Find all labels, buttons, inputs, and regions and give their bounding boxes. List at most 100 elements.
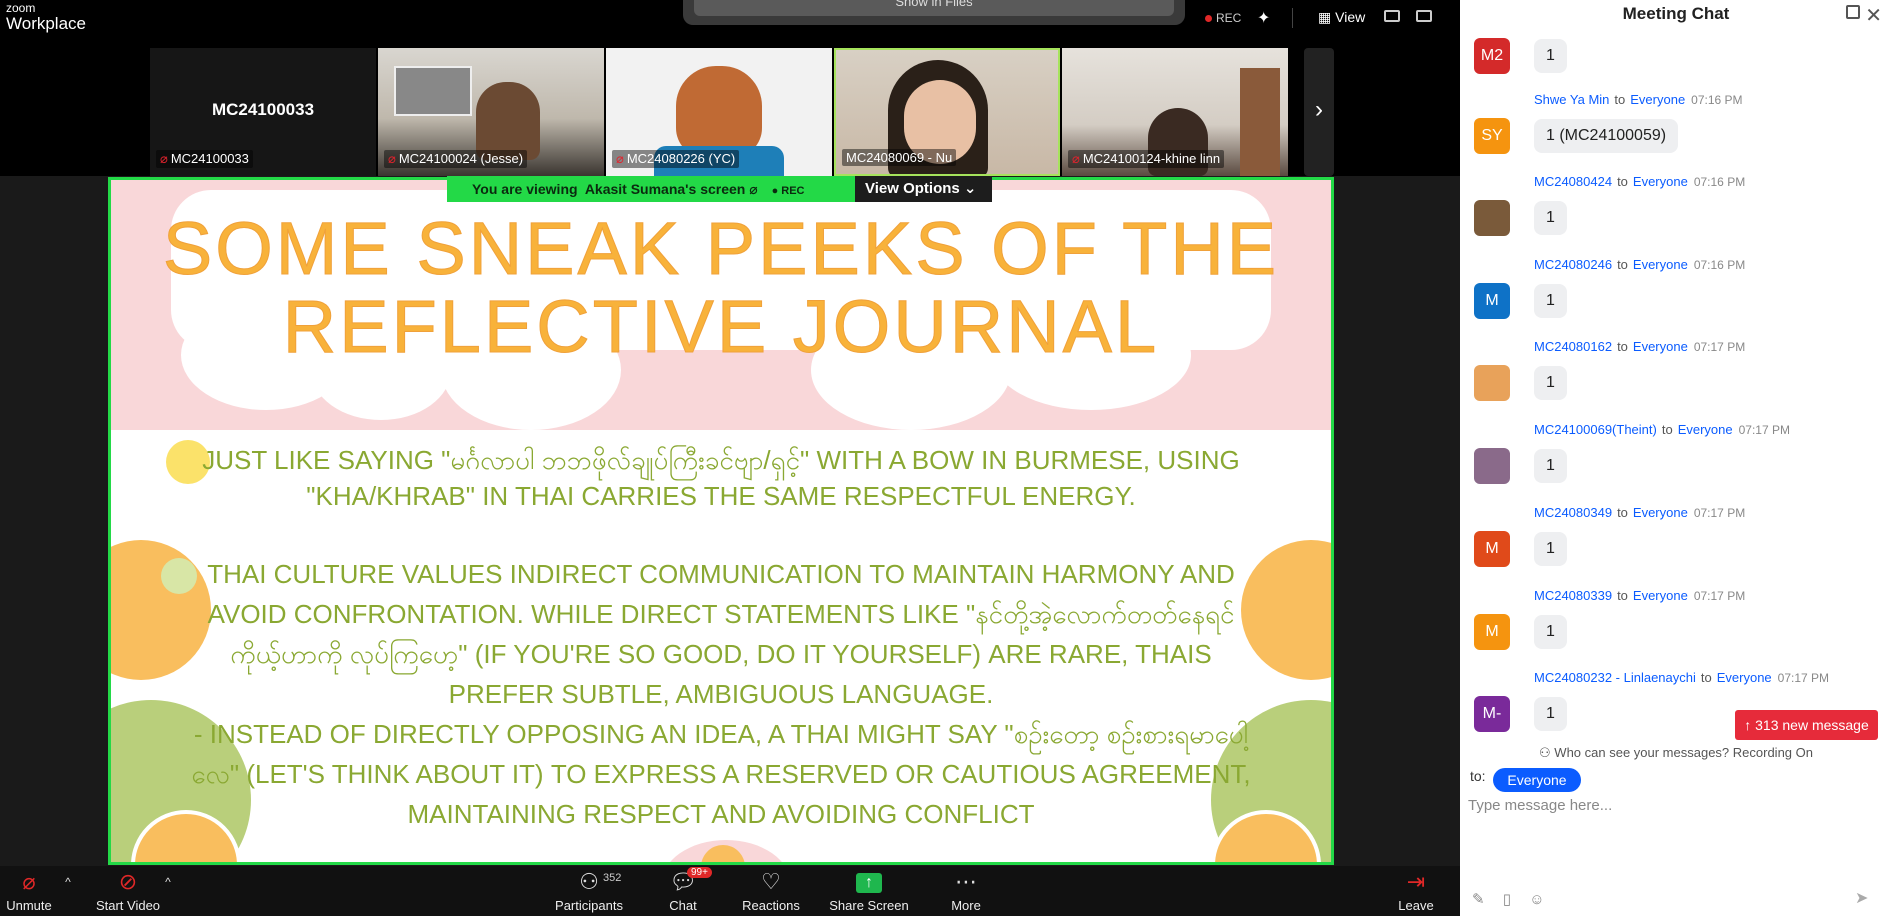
ai-companion-icon[interactable]: ✦ bbox=[1257, 8, 1270, 28]
popout-icon[interactable] bbox=[1846, 5, 1860, 19]
chat-message-text[interactable]: 1 bbox=[1534, 615, 1567, 649]
chat-message-text[interactable]: 1 bbox=[1534, 201, 1567, 235]
unmute-button[interactable]: ⌀ Unmute bbox=[0, 866, 58, 916]
share-screen-button[interactable]: ↑ Share Screen bbox=[822, 866, 916, 916]
participant-name-label: MC24080226 (YC) bbox=[626, 151, 736, 166]
chat-message-header: MC24080232 - Linlaenaychi to Everyone 07:17… bbox=[1534, 670, 1829, 685]
chat-sender[interactable]: MC24080246 bbox=[1534, 257, 1612, 272]
send-icon[interactable]: ➤ bbox=[1855, 888, 1868, 908]
chat-sender[interactable]: MC24080349 bbox=[1534, 505, 1612, 520]
participant-name: ⌀ MC24080226 (YC) bbox=[612, 150, 740, 168]
chat-time: 07:17 PM bbox=[1777, 671, 1830, 685]
fullscreen-icon[interactable] bbox=[1416, 10, 1432, 22]
chat-message-text[interactable]: 1 bbox=[1534, 532, 1567, 566]
chat-recipient[interactable]: Everyone bbox=[1678, 422, 1733, 437]
rec-label: REC bbox=[1216, 11, 1242, 25]
picture-in-picture-icon[interactable] bbox=[1384, 10, 1400, 22]
chat-recipient[interactable]: Everyone bbox=[1630, 92, 1685, 107]
who-can-see-notice[interactable]: ⚇ Who can see your messages? Recording O… bbox=[1460, 745, 1892, 761]
reactions-button[interactable]: ♡ Reactions bbox=[740, 866, 802, 916]
door-frame bbox=[1240, 68, 1280, 176]
chat-to-word: to bbox=[1661, 422, 1673, 437]
slide-title-line1: SOME SNEAK PEEKS OF THE bbox=[162, 207, 1280, 290]
participant-gallery: MC24100033 ⌀ MC24100033 ⌀ MC24100024 (Jess… bbox=[0, 48, 1460, 176]
file-icon[interactable]: ▯ bbox=[1503, 891, 1511, 908]
chat-sender[interactable]: Shwe Ya Min bbox=[1534, 92, 1609, 107]
rec-dot-icon bbox=[1205, 15, 1212, 22]
close-icon[interactable]: ✕ bbox=[1865, 3, 1882, 28]
chat-time: 07:16 PM bbox=[1693, 258, 1746, 272]
more-icon: ⋯ bbox=[955, 869, 977, 894]
chat-time: 07:17 PM bbox=[1738, 423, 1790, 437]
chat-recipient[interactable]: Everyone bbox=[1633, 257, 1688, 272]
video-options-caret[interactable]: ^ bbox=[158, 866, 178, 916]
participant-tile[interactable]: ⌀ MC24080226 (YC) bbox=[606, 48, 832, 176]
chat-sender[interactable]: MC24080232 - Linlaenaychi bbox=[1534, 670, 1696, 685]
gallery-next-arrow-icon[interactable]: › bbox=[1304, 48, 1334, 176]
chat-message-text[interactable]: 1 bbox=[1534, 366, 1567, 400]
show-in-files-button[interactable]: Show in Files bbox=[694, 0, 1174, 16]
slide-banner: SOME SNEAK PEEKS OF THE REFLECTIVE JOURN… bbox=[111, 180, 1331, 430]
people-icon: ⚇ bbox=[1539, 745, 1555, 760]
chat-time: 07:17 PM bbox=[1693, 340, 1746, 354]
chat-title: Meeting Chat bbox=[1622, 4, 1730, 23]
chat-to-word: to bbox=[1617, 257, 1628, 272]
zoom-logo: zoom Workplace bbox=[6, 2, 86, 32]
chat-avatar-image bbox=[1474, 365, 1510, 401]
chat-recipient[interactable]: Everyone bbox=[1717, 670, 1772, 685]
format-text-icon[interactable]: ✎ bbox=[1472, 891, 1485, 908]
slide-body: JUST LIKE SAYING "မင်္ဂလာပါ ဘဘဖိုလ်ချုပ်… bbox=[111, 430, 1331, 862]
muted-mic-icon: ⌀ bbox=[749, 181, 758, 197]
participant-name: ⌀ MC24100024 (Jesse) bbox=[384, 150, 528, 168]
chat-recipient[interactable]: Everyone bbox=[1633, 339, 1688, 354]
chat-message-text[interactable]: 1 bbox=[1534, 449, 1567, 483]
unmute-label: Unmute bbox=[6, 898, 52, 913]
chat-recipient[interactable]: Everyone bbox=[1633, 588, 1688, 603]
participant-name-label: MC24100124-khine linn bbox=[1082, 151, 1221, 166]
chat-message-header: MC24100069(Theint) to Everyone 07:17 PM bbox=[1534, 422, 1790, 437]
chat-message-text[interactable]: 1 (MC24100059) bbox=[1534, 119, 1679, 153]
chat-message-text[interactable]: 1 bbox=[1534, 39, 1567, 73]
view-button[interactable]: ▦ View bbox=[1318, 9, 1365, 26]
chat-to-word: to bbox=[1700, 670, 1712, 685]
viewing-status: You are viewing Akasit Sumana's screen ⌀… bbox=[447, 176, 855, 202]
chat-to-label: to: bbox=[1470, 768, 1486, 784]
video-off-icon: ⊘ bbox=[118, 869, 138, 894]
participant-name-label: MC24080069 - Nu bbox=[846, 150, 953, 165]
participants-count: 352 bbox=[603, 872, 622, 884]
chat-sender[interactable]: MC24080339 bbox=[1534, 588, 1612, 603]
share-rec-label: REC bbox=[781, 185, 805, 197]
chat-recipient[interactable]: Everyone bbox=[1633, 505, 1688, 520]
participant-tile[interactable]: MC24100033 ⌀ MC24100033 bbox=[150, 48, 376, 176]
participant-tile-active-speaker[interactable]: MC24080069 - Nu bbox=[834, 48, 1060, 176]
chat-message-header: MC24080246 to Everyone 07:16 PM bbox=[1534, 257, 1745, 272]
chat-message-header: MC24080162 to Everyone 07:17 PM bbox=[1534, 339, 1745, 354]
chat-message-text[interactable]: 1 bbox=[1534, 284, 1567, 318]
chat-avatar: M bbox=[1474, 614, 1510, 650]
shared-screen: SOME SNEAK PEEKS OF THE REFLECTIVE JOURN… bbox=[108, 177, 1334, 865]
participant-tile[interactable]: ⌀ MC24100124-khine linn bbox=[1062, 48, 1288, 176]
more-button[interactable]: ⋯ More bbox=[946, 866, 986, 916]
chat-sender[interactable]: MC24080162 bbox=[1534, 339, 1612, 354]
chat-recipient-selector[interactable]: Everyone bbox=[1493, 768, 1581, 792]
chat-sender[interactable]: MC24080424 bbox=[1534, 174, 1612, 189]
view-label: View bbox=[1335, 9, 1366, 25]
recording-indicator[interactable]: REC bbox=[1205, 11, 1241, 25]
chat-message-text[interactable]: 1 bbox=[1534, 697, 1567, 731]
chat-sender[interactable]: MC24100069(Theint) bbox=[1534, 422, 1657, 437]
chat-recipient[interactable]: Everyone bbox=[1633, 174, 1688, 189]
chat-message-header: Shwe Ya Min to Everyone 07:16 PM bbox=[1534, 92, 1743, 107]
chat-message-input[interactable] bbox=[1468, 792, 1878, 818]
more-label: More bbox=[951, 898, 981, 913]
start-video-button[interactable]: ⊘ Start Video bbox=[88, 866, 168, 916]
new-messages-button[interactable]: ↑ 313 new message bbox=[1735, 710, 1878, 740]
chat-time: 07:17 PM bbox=[1693, 589, 1746, 603]
participant-tile[interactable]: ⌀ MC24100024 (Jesse) bbox=[378, 48, 604, 176]
chat-avatar: SY bbox=[1474, 118, 1510, 154]
leave-button[interactable]: ⇥ Leave bbox=[1392, 866, 1440, 916]
chat-message-header: MC24080424 to Everyone 07:16 PM bbox=[1534, 174, 1745, 189]
audio-options-caret[interactable]: ^ bbox=[58, 866, 78, 916]
chat-avatar: M bbox=[1474, 283, 1510, 319]
view-options-button[interactable]: View Options ⌄ bbox=[855, 176, 992, 202]
emoji-icon[interactable]: ☺ bbox=[1529, 891, 1544, 908]
